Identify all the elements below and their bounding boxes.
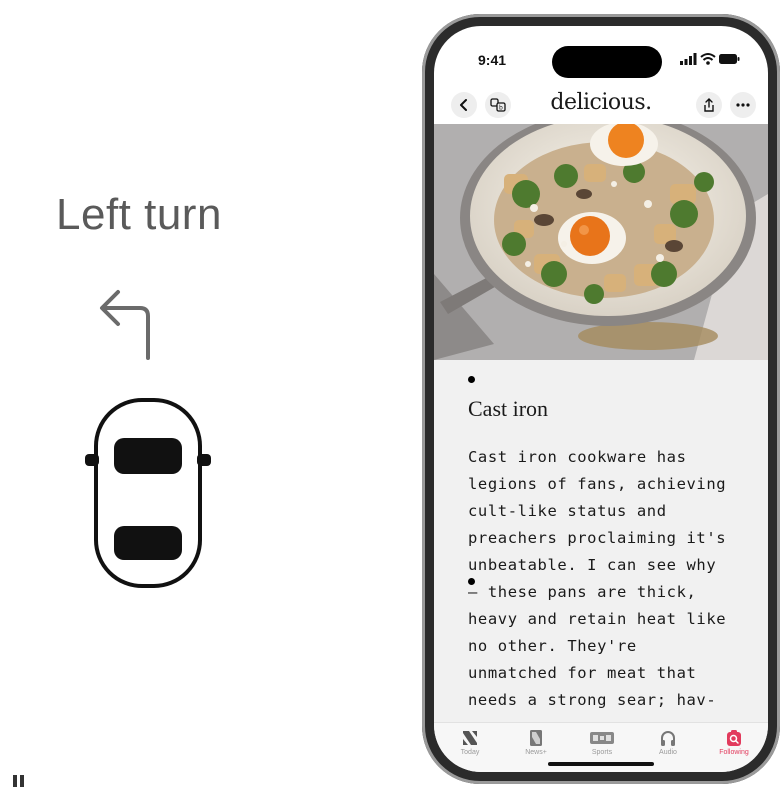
status-time: 9:41 (478, 52, 507, 68)
tab-following-label: Following (719, 749, 749, 756)
tab-today[interactable]: Today (440, 729, 500, 756)
turn-instruction-title: Left turn (56, 190, 222, 239)
chevron-left-icon (460, 99, 467, 111)
share-icon (704, 98, 714, 112)
phone-screen: 9:41 b delicious. Cast iron Cast iron co… (434, 26, 768, 772)
home-indicator[interactable] (548, 762, 654, 766)
following-search-icon (727, 730, 741, 746)
phone-frame: 9:41 b delicious. Cast iron Cast iron co… (422, 14, 780, 784)
sports-scoreboard-icon (590, 732, 614, 744)
wifi-icon (700, 53, 716, 65)
headphones-icon (661, 731, 675, 746)
news-today-icon (463, 731, 477, 745)
back-button[interactable] (451, 92, 477, 118)
tab-news-plus-label: News+ (525, 749, 547, 756)
tab-audio-label: Audio (659, 749, 677, 756)
svg-text:b: b (499, 105, 503, 112)
translate-button[interactable]: b (485, 92, 511, 118)
status-bar: 9:41 (434, 26, 768, 86)
tab-news-plus[interactable]: News+ (506, 729, 566, 756)
article-nav-bar: b delicious. (434, 88, 768, 124)
tab-today-label: Today (460, 749, 480, 756)
news-plus-icon (530, 730, 542, 746)
share-button[interactable] (696, 92, 722, 118)
article-hero-image (434, 124, 768, 360)
car-top-view-icon (85, 398, 211, 588)
turn-left-arrow-icon (100, 290, 150, 360)
publication-title: delicious. (550, 90, 652, 115)
article-body[interactable]: Cast iron Cast iron cookware has legions… (434, 360, 768, 722)
ellipsis-icon (736, 103, 750, 107)
cellular-signal-icon (680, 53, 697, 65)
translate-icon: b (490, 98, 506, 112)
tab-sports[interactable]: Sports (572, 729, 632, 756)
anchor-dot (468, 578, 475, 585)
dynamic-island (552, 46, 662, 78)
article-heading: Cast iron (468, 396, 549, 421)
tab-audio[interactable]: Audio (638, 729, 698, 756)
more-button[interactable] (730, 92, 756, 118)
status-icons (680, 53, 740, 65)
battery-icon (719, 54, 740, 64)
tab-following[interactable]: Following (704, 729, 764, 756)
pause-icon[interactable] (12, 774, 26, 788)
article-paragraph: Cast iron cookware has legions of fans, … (468, 448, 727, 709)
tab-sports-label: Sports (591, 749, 613, 756)
anchor-dot (468, 376, 475, 383)
